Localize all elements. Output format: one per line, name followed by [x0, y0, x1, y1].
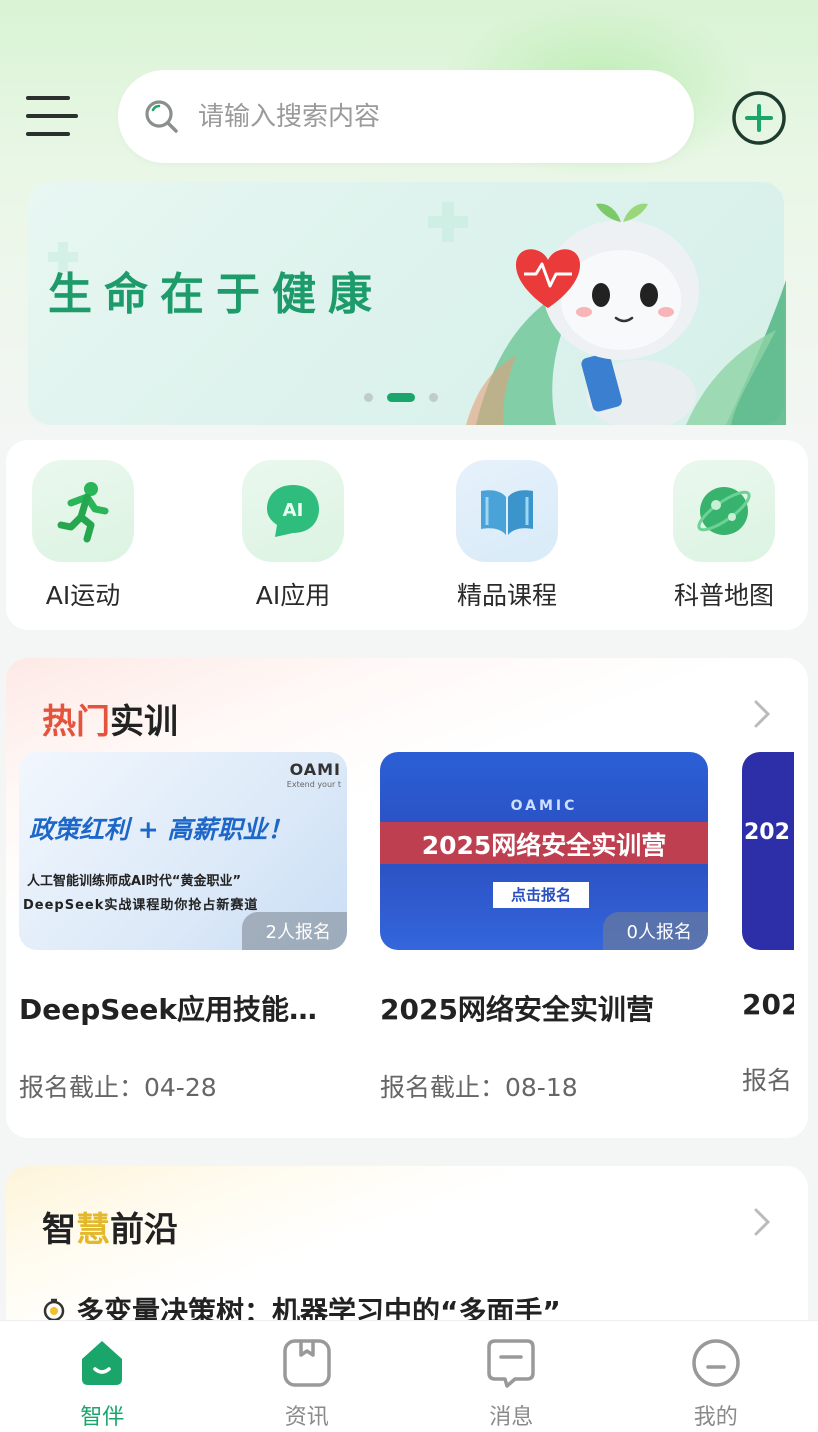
tab-profile[interactable]: 我的 — [614, 1321, 818, 1432]
thumb-headline: 政策红利 + 高薪职业！ — [29, 815, 293, 844]
chevron-right-icon[interactable] — [752, 1206, 772, 1238]
hot-training-section: 热门实训 OAMI Extend your t 政策红利 + 高薪职业！ 人工智… — [6, 658, 808, 1138]
signup-count-badge: 0人报名 — [602, 912, 708, 950]
carousel-indicator — [364, 393, 438, 402]
course-thumbnail: OAMI Extend your t 政策红利 + 高薪职业！ 人工智能训练师成… — [19, 752, 347, 950]
course-title: 202 — [742, 988, 794, 1021]
course-deadline: 报名截止：04-28 — [19, 1073, 217, 1102]
course-title: DeepSeek应用技能… — [19, 993, 318, 1026]
quick-actions-panel: AI运动 AI AI应用 精品课程 科普地图 — [6, 440, 808, 630]
quick-action-science-map[interactable]: 科普地图 — [659, 460, 789, 612]
news-icon — [283, 1339, 331, 1387]
ai-chat-icon: AI — [242, 460, 344, 562]
carousel-dot-active[interactable] — [387, 393, 415, 402]
search-icon — [145, 99, 178, 133]
course-thumbnail: OAMIC 2025网络安全实训营 点击报名 0人报名 — [380, 752, 708, 950]
running-person-icon — [32, 460, 134, 562]
mascot-illustration — [466, 203, 786, 425]
tab-messages[interactable]: 消息 — [409, 1321, 614, 1432]
add-circle-icon[interactable] — [731, 90, 787, 146]
signup-count-badge: 2人报名 — [241, 912, 347, 950]
quick-action-label: AI应用 — [255, 581, 331, 610]
course-title: 2025网络安全实训营 — [380, 993, 654, 1026]
section-title: 热门实训 — [42, 694, 178, 743]
open-book-icon — [456, 460, 558, 562]
section-title-highlight: 慧 — [76, 1210, 110, 1250]
thumb-headline: 2025网络安全实训营 — [421, 831, 667, 860]
tab-home[interactable]: 智伴 — [0, 1321, 205, 1432]
quick-action-label: AI运动 — [45, 581, 121, 610]
message-icon — [487, 1339, 535, 1388]
course-deadline: 报名 — [742, 1066, 793, 1095]
thumb-brand: OAMI — [289, 760, 341, 779]
course-card[interactable]: OAMI Extend your t 政策红利 + 高薪职业！ 人工智能训练师成… — [19, 752, 347, 1104]
course-card[interactable]: OAMIC 2025网络安全实训营 点击报名 0人报名 2025网络安全实训营 … — [380, 752, 708, 1104]
thumb-line: 人工智能训练师成AI时代“黄金职业” — [27, 874, 241, 889]
profile-icon — [692, 1339, 740, 1387]
carousel-dot[interactable] — [429, 393, 438, 402]
tab-label: 消息 — [489, 1405, 534, 1430]
section-title-pre: 智 — [42, 1210, 76, 1250]
svg-text:AI: AI — [283, 500, 304, 521]
banner-title: 生命在于健康 — [48, 269, 384, 320]
menu-button[interactable] — [26, 94, 78, 140]
quick-action-label: 科普地图 — [673, 581, 774, 610]
section-title-highlight: 热门 — [42, 702, 110, 742]
thumb-line: DeepSeek实战课程助你抢占新赛道 — [23, 898, 259, 913]
course-thumbnail: 202 — [742, 752, 794, 950]
section-title-rest: 实训 — [110, 702, 178, 742]
quick-action-label: 精品课程 — [456, 581, 557, 610]
quick-action-ai-app[interactable]: AI AI应用 — [228, 460, 358, 612]
tab-label: 我的 — [693, 1405, 738, 1430]
tab-news[interactable]: 资讯 — [205, 1321, 410, 1432]
bottom-tab-bar: 智伴 资讯 消息 我的 — [0, 1320, 818, 1432]
tab-label: 智伴 — [80, 1405, 125, 1430]
timer-icon — [43, 1298, 65, 1322]
quick-action-courses[interactable]: 精品课程 — [442, 460, 572, 612]
thumb-headline: 202 — [744, 820, 790, 845]
menu-icon-bar — [26, 96, 70, 100]
course-deadline: 报名截止：08-18 — [380, 1073, 578, 1102]
search-bar[interactable] — [118, 70, 694, 163]
menu-icon-bar — [26, 132, 70, 136]
section-title-rest: 前沿 — [110, 1210, 178, 1250]
carousel-dot[interactable] — [364, 393, 373, 402]
planet-map-icon — [673, 460, 775, 562]
home-icon — [82, 1341, 123, 1385]
search-input[interactable] — [198, 101, 598, 132]
thumb-brand: OAMIC — [510, 798, 578, 814]
chevron-right-icon[interactable] — [752, 698, 772, 730]
course-card-partial[interactable]: 202 202 报名 — [742, 752, 794, 1097]
thumb-signup-button: 点击报名 — [493, 882, 589, 908]
menu-icon-bar — [26, 114, 78, 118]
thumb-subtitle: Extend your t — [286, 780, 341, 789]
quick-action-ai-sport[interactable]: AI运动 — [18, 460, 148, 612]
section-title: 智慧前沿 — [42, 1202, 178, 1251]
tab-label: 资讯 — [284, 1405, 329, 1430]
